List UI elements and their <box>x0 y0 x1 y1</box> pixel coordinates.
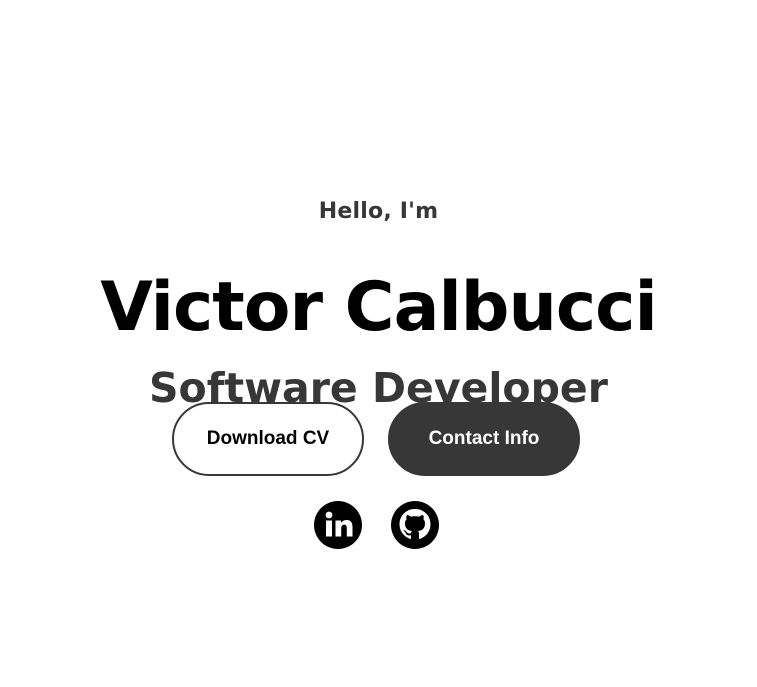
linkedin-link[interactable] <box>313 500 363 550</box>
social-links <box>313 500 443 550</box>
profile-title: Software Developer <box>149 364 608 412</box>
github-icon <box>391 501 439 549</box>
profile-hero: Hello, I'm Victor Calbucci Software Deve… <box>0 0 757 687</box>
github-link[interactable] <box>390 500 440 550</box>
contact-info-button[interactable]: Contact Info <box>388 402 580 476</box>
profile-name: Victor Calbucci <box>100 267 658 347</box>
linkedin-icon <box>314 501 362 549</box>
download-cv-button[interactable]: Download CV <box>172 402 364 476</box>
greeting-text: Hello, I'm <box>318 199 439 224</box>
